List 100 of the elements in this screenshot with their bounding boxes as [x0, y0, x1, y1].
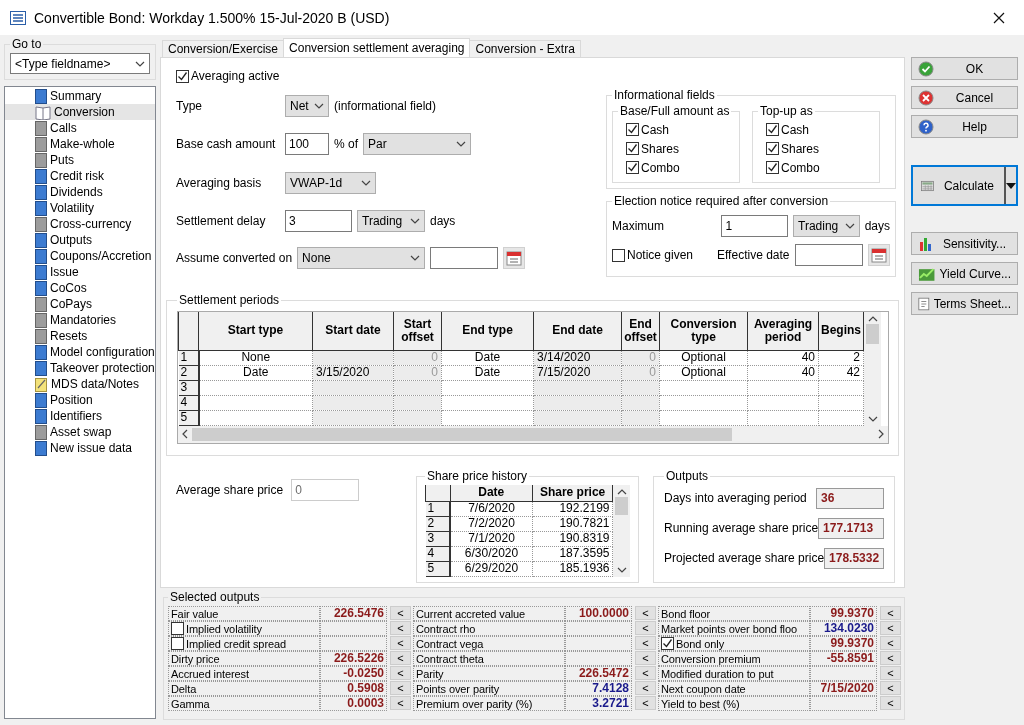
scroll-thumb[interactable] [615, 497, 629, 515]
converted-on-select[interactable]: None [297, 247, 426, 269]
delay-field[interactable]: 3 [285, 210, 352, 232]
day-type-select[interactable]: Trading [357, 210, 425, 232]
dialog-button[interactable]: Cancel [911, 86, 1018, 109]
chevron-down-icon [314, 101, 324, 111]
document-icon [918, 295, 930, 312]
averaging-basis-select[interactable]: VWAP-1d [285, 172, 376, 194]
tree-item[interactable]: CoCos [5, 280, 155, 296]
calendar-button[interactable] [503, 247, 526, 269]
note-text: (informational field) [334, 99, 437, 113]
tree-item[interactable]: Issue [5, 264, 155, 280]
checkbox[interactable] [766, 161, 779, 174]
scroll-thumb[interactable] [866, 324, 879, 345]
type-select[interactable]: Net [285, 95, 329, 117]
calendar-button[interactable] [867, 244, 890, 266]
copy-button[interactable]: < [390, 651, 411, 665]
column-header: Date [450, 485, 533, 501]
copy-button[interactable]: < [390, 606, 411, 620]
copy-button[interactable]: < [390, 666, 411, 680]
copy-button[interactable]: < [390, 636, 411, 650]
bar-chart-icon [918, 235, 934, 252]
field-label: Assume converted on [176, 251, 293, 265]
tree-item[interactable]: Summary [5, 88, 155, 104]
amount-field[interactable]: 100 [285, 133, 329, 155]
day-type-select[interactable]: Trading [793, 215, 860, 237]
output-label: Points over parity [413, 681, 565, 696]
tree-item[interactable]: Make-whole [5, 136, 155, 152]
copy-button[interactable]: < [635, 636, 656, 650]
output-label: Modified duration to put [658, 666, 810, 681]
copy-button[interactable]: < [635, 666, 656, 680]
tool-button[interactable]: Terms Sheet... [911, 292, 1018, 315]
chevron-down-icon [456, 139, 466, 149]
calculate-button[interactable]: Calculate [911, 165, 1018, 206]
copy-button[interactable]: < [635, 651, 656, 665]
tree-item[interactable]: Dividends [5, 184, 155, 200]
checkbox[interactable] [176, 69, 189, 83]
dialog-button[interactable]: OK [911, 57, 1018, 80]
date-field[interactable] [794, 244, 863, 266]
tree-item[interactable]: CoPays [5, 296, 155, 312]
checkbox[interactable] [626, 123, 639, 136]
tab[interactable]: Conversion/Exercise [162, 40, 285, 57]
tree-item[interactable]: Cross-currency [5, 216, 155, 232]
output-value: 0.5908 [320, 681, 387, 696]
vertical-scrollbar[interactable] [613, 485, 630, 577]
copy-button[interactable]: < [880, 606, 901, 620]
copy-button[interactable]: < [390, 696, 411, 710]
tree-item[interactable]: Mandatories [5, 312, 155, 328]
checkbox[interactable] [626, 161, 639, 174]
copy-button[interactable]: < [635, 621, 656, 635]
checkbox[interactable] [626, 142, 639, 155]
tree-item[interactable]: Conversion [5, 104, 155, 120]
output-value: 99.9370 [810, 606, 877, 621]
tool-button[interactable]: Sensitivity... [911, 232, 1018, 255]
checkbox-label: Implied credit spread [186, 637, 286, 650]
copy-button[interactable]: < [635, 696, 656, 710]
tree-item[interactable]: Coupons/Accretion [5, 248, 155, 264]
tree-item[interactable]: Puts [5, 152, 155, 168]
tree-item[interactable]: Takeover protection [5, 360, 155, 376]
tree-item[interactable]: MDS data/Notes [5, 376, 155, 392]
page-icon [35, 88, 47, 104]
vertical-scrollbar[interactable] [864, 312, 881, 426]
scroll-thumb[interactable] [192, 427, 732, 441]
checkbox[interactable] [766, 123, 779, 136]
checkbox[interactable] [612, 248, 625, 262]
copy-button[interactable]: < [635, 681, 656, 695]
copy-button[interactable]: < [390, 621, 411, 635]
output-label: Market points over bond floo [658, 621, 810, 636]
copy-button[interactable]: < [880, 636, 901, 650]
tree-item[interactable]: Credit risk [5, 168, 155, 184]
date-field[interactable] [430, 247, 499, 269]
page-icon [35, 120, 47, 136]
copy-button[interactable]: < [880, 681, 901, 695]
copy-button[interactable]: < [880, 621, 901, 635]
tree-item[interactable]: Position [5, 392, 155, 408]
tree-item[interactable]: Model configuration [5, 344, 155, 360]
checkbox[interactable] [661, 637, 674, 650]
tree-item[interactable]: Identifiers [5, 408, 155, 424]
checkbox[interactable] [171, 637, 184, 650]
dialog-button[interactable]: Help [911, 115, 1018, 138]
tree-item[interactable]: Calls [5, 120, 155, 136]
tab[interactable]: Conversion settlement averaging [283, 38, 471, 57]
tab[interactable]: Conversion - Extra [469, 40, 581, 57]
tool-button[interactable]: Yield Curve... [911, 262, 1018, 285]
maximum-field[interactable]: 1 [721, 215, 789, 237]
tree-item[interactable]: New issue data [5, 440, 155, 456]
copy-button[interactable]: < [390, 681, 411, 695]
checkbox[interactable] [171, 622, 184, 635]
copy-button[interactable]: < [880, 666, 901, 680]
tree-item[interactable]: Volatility [5, 200, 155, 216]
copy-button[interactable]: < [880, 651, 901, 665]
horizontal-scrollbar[interactable] [178, 425, 888, 443]
copy-button[interactable]: < [880, 696, 901, 710]
checkbox[interactable] [766, 142, 779, 155]
tree-item[interactable]: Resets [5, 328, 155, 344]
tree-item[interactable]: Asset swap [5, 424, 155, 440]
tree-item[interactable]: Outputs [5, 232, 155, 248]
fieldname-combobox[interactable]: <Type fieldname> [10, 53, 150, 74]
copy-button[interactable]: < [635, 606, 656, 620]
basis-select[interactable]: Par [363, 133, 471, 155]
